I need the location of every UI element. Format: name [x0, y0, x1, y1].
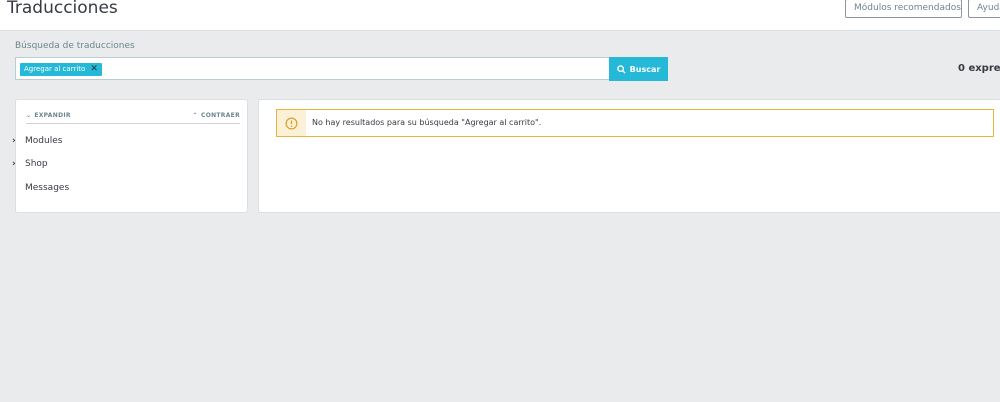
search-input[interactable]: Agregar al carrito ✕ [15, 57, 609, 80]
tree-item-label: Modules [25, 136, 63, 146]
chevron-down-icon: ⌄ [26, 112, 32, 119]
tree-controls: ⌄ EXPANDIR ⌃ CONTRAER [26, 112, 240, 124]
search-icon [616, 64, 626, 74]
tree-item-label: Messages [25, 183, 70, 193]
alert-message: No hay resultados para su búsqueda "Agre… [312, 118, 542, 127]
expand-all-button[interactable]: ⌄ EXPANDIR [26, 112, 71, 119]
collapse-all-button[interactable]: ⌃ CONTRAER [193, 112, 240, 119]
chevron-right-icon: › [12, 136, 16, 146]
chevron-right-icon: › [12, 159, 16, 169]
alert-icon-area [277, 110, 306, 136]
recommended-modules-button[interactable]: Módulos recomendados [845, 0, 962, 18]
tree-item-shop[interactable]: › Shop [12, 157, 48, 171]
expand-label: EXPANDIR [34, 112, 71, 119]
tree-item-modules[interactable]: › Modules [12, 134, 62, 148]
help-button[interactable]: Ayuda [968, 0, 1000, 18]
warning-icon [285, 117, 298, 129]
search-tag-label: Agregar al carrito [24, 65, 86, 73]
page-header: Traducciones Módulos recomendados Ayuda [0, 0, 1000, 31]
chevron-up-icon: ⌃ [192, 112, 198, 119]
tree-item-label: Shop [25, 159, 48, 169]
page-title: Traducciones [7, 0, 118, 18]
search-button[interactable]: Buscar [609, 57, 668, 81]
remove-tag-icon[interactable]: ✕ [90, 63, 98, 76]
tree-item-messages[interactable]: Messages [12, 181, 69, 195]
no-results-alert: No hay resultados para su búsqueda "Agre… [276, 109, 994, 137]
collapse-label: CONTRAER [200, 112, 240, 119]
search-button-label: Buscar [629, 64, 661, 74]
expression-count: 0 expresiones [958, 63, 1000, 74]
search-tag: Agregar al carrito ✕ [20, 63, 102, 76]
search-label: Búsqueda de traducciones [15, 41, 135, 51]
translation-tree-panel: ⌄ EXPANDIR ⌃ CONTRAER [15, 99, 248, 213]
